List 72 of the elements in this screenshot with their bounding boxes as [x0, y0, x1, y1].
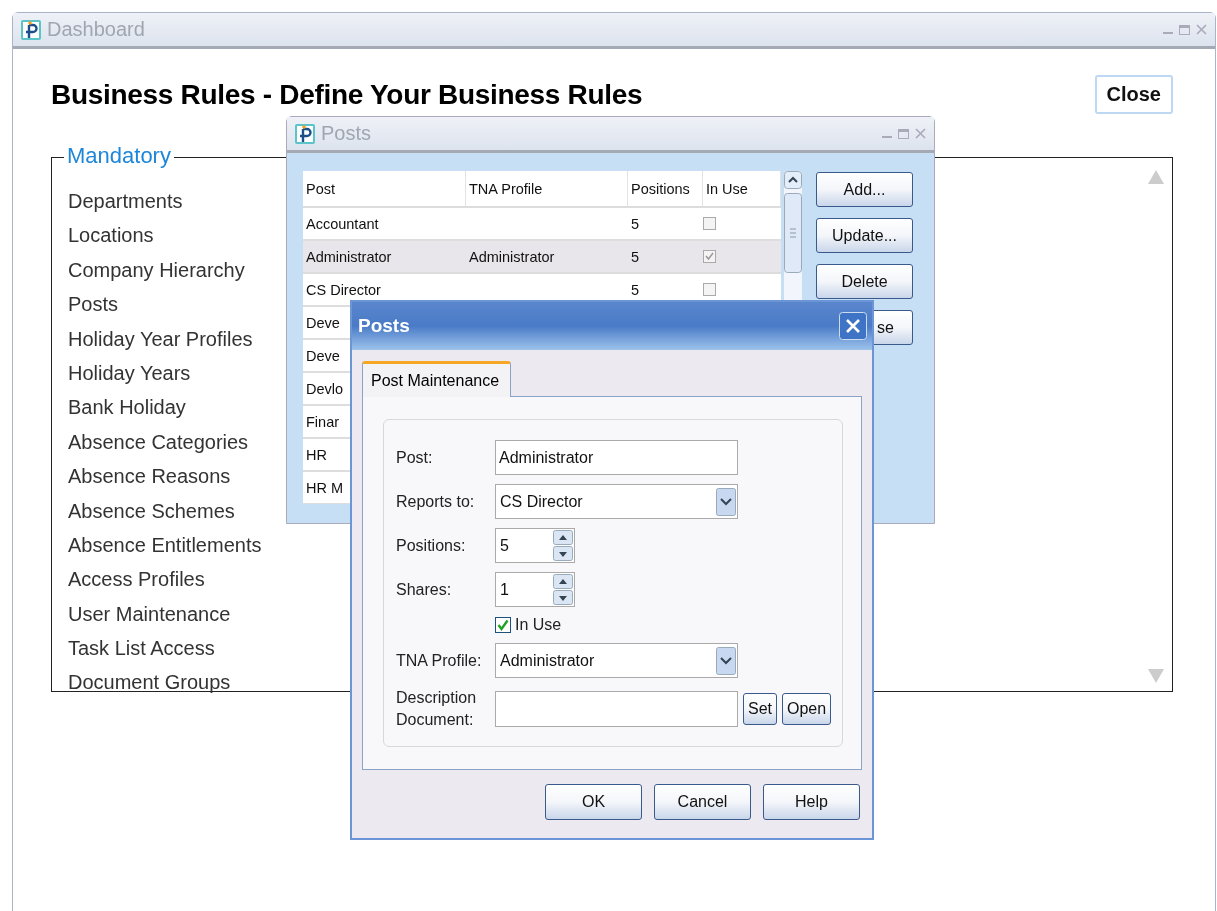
maximize-icon[interactable]	[1179, 24, 1190, 35]
table-cell-text: Devlo	[305, 380, 344, 397]
table-cell-text: HR M	[305, 479, 344, 496]
scroll-thumb-icon[interactable]	[784, 193, 802, 273]
action-button[interactable]: Update...	[816, 218, 913, 253]
rule-link[interactable]: Document Groups	[68, 665, 231, 700]
rule-link[interactable]: Departments	[68, 184, 183, 219]
spin-arrows-icon	[553, 529, 573, 562]
tab[interactable]: Post Maintenance	[362, 361, 512, 397]
window-title: Posts	[321, 122, 372, 145]
column-header[interactable]: Post	[303, 171, 466, 206]
scroll-down-icon[interactable]	[1148, 669, 1164, 683]
field-label: Post:	[396, 448, 434, 467]
action-button[interactable]: Open	[782, 692, 832, 725]
table-cell-text: Finar	[305, 413, 340, 430]
rule-link[interactable]: Holiday Years	[68, 355, 191, 391]
logo-icon	[295, 123, 315, 144]
window-title: Dashboard	[47, 18, 145, 41]
rule-link[interactable]: Posts	[68, 287, 119, 322]
rule-link[interactable]: Access Profiles	[68, 562, 205, 597]
checkbox-label: In Use	[515, 616, 562, 634]
text-field[interactable]: Administrator	[495, 440, 738, 475]
column-header[interactable]: TNA Profile	[466, 171, 628, 206]
column-header[interactable]: In Use	[703, 171, 781, 206]
table-cell-text: 5	[630, 248, 640, 265]
document-field[interactable]	[495, 690, 738, 727]
table-cell-text: Deve	[305, 347, 340, 364]
table-cell-text: Deve	[305, 314, 340, 331]
action-button[interactable]: Add...	[816, 172, 913, 207]
action-button[interactable]: Delete	[816, 264, 913, 299]
spin-arrows-icon	[553, 573, 573, 606]
rule-link[interactable]: Bank Holiday	[68, 390, 186, 425]
rule-link[interactable]: Absence Entitlements	[68, 527, 262, 563]
dialog-button[interactable]: OK	[545, 784, 642, 821]
spin-field[interactable]: 1	[495, 572, 575, 607]
close-icon[interactable]	[915, 128, 926, 139]
rule-link[interactable]: Task List Access	[68, 631, 215, 666]
close-icon[interactable]	[839, 312, 867, 340]
table-row[interactable]: Administrator Administrator 5	[303, 241, 781, 274]
dropdown[interactable]: CS Director	[495, 484, 738, 519]
field-label: Description Document:	[396, 688, 478, 730]
scroll-up-icon[interactable]	[784, 171, 802, 189]
maximize-icon[interactable]	[898, 128, 909, 139]
rule-link[interactable]: Absence Reasons	[68, 459, 231, 494]
rule-link[interactable]: Company Hierarchy	[68, 252, 245, 288]
field-label: TNA Profile:	[396, 651, 483, 670]
logo-icon	[21, 19, 41, 40]
action-button[interactable]: Set	[743, 692, 777, 725]
table-cell-text: 5	[630, 215, 640, 232]
rule-link[interactable]: Holiday Year Profiles	[68, 321, 253, 356]
dialog-button[interactable]: Help	[763, 784, 860, 821]
page-heading: Business Rules - Define Your Business Rules	[51, 79, 643, 111]
table-cell-text: Accountant	[305, 215, 379, 232]
spin-field[interactable]: 5	[495, 528, 575, 563]
rule-link[interactable]: Locations	[68, 218, 154, 253]
rule-link[interactable]: Absence Categories	[68, 424, 249, 460]
rule-link[interactable]: Absence Schemes	[68, 493, 235, 528]
dialog-button[interactable]: Cancel	[654, 784, 751, 821]
close-icon[interactable]	[1196, 24, 1207, 35]
field-label: Positions:	[396, 536, 467, 555]
close-button[interactable]: Close	[1094, 75, 1173, 114]
table-cell-text: Administrator	[305, 248, 392, 265]
table-cell-text: CS Director	[305, 281, 381, 298]
field-label: Reports to:	[396, 492, 476, 511]
dialog-title: Posts	[358, 315, 410, 337]
field-label: Shares:	[396, 580, 453, 599]
column-header[interactable]: Positions	[628, 171, 703, 206]
dropdown[interactable]: Administrator	[495, 643, 738, 678]
table-cell-text: HR	[305, 446, 327, 463]
table-cell-text: 5	[630, 281, 640, 298]
rule-link[interactable]: User Maintenance	[68, 596, 231, 632]
table-cell-text: Administrator	[468, 248, 555, 265]
